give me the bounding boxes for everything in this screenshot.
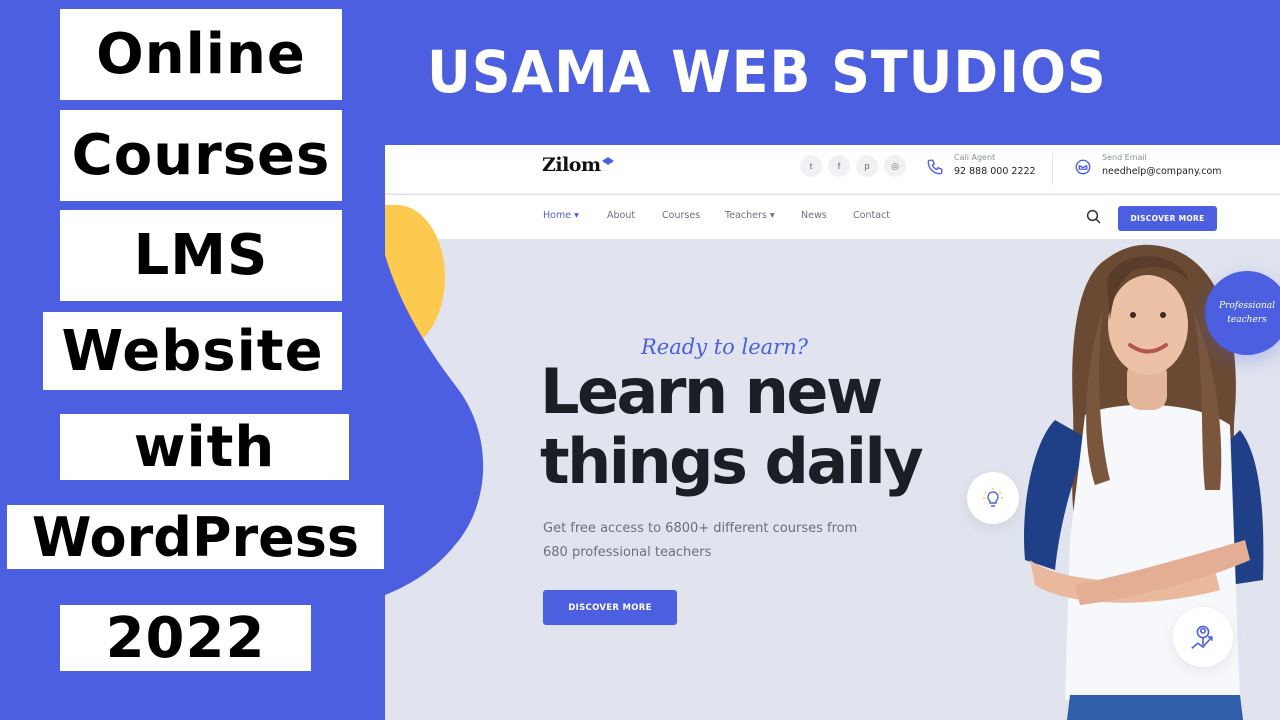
- banner: USAMA WEB STUDIOS: [385, 0, 1280, 145]
- search-icon[interactable]: [1085, 208, 1103, 226]
- site-logo[interactable]: Zilom: [542, 154, 601, 176]
- nav-teachers[interactable]: Teachers ▾: [725, 210, 775, 221]
- website-preview: Zilom t f p ◎ Call Agent 92 888 000 2222…: [385, 145, 1280, 720]
- pinterest-icon[interactable]: p: [856, 155, 878, 177]
- instagram-icon[interactable]: ◎: [884, 155, 906, 177]
- nav-news[interactable]: News: [801, 210, 827, 221]
- hero-headline: Learn new things daily: [540, 355, 924, 498]
- decorative-blue-wave: [385, 255, 484, 595]
- title-line-online: Online: [60, 9, 342, 100]
- email-icon: [1073, 157, 1093, 177]
- facebook-icon[interactable]: f: [828, 155, 850, 177]
- phone-icon: [925, 157, 945, 177]
- professional-teachers-badge: Professional teachers: [1205, 271, 1280, 355]
- title-line-website: Website: [43, 312, 342, 390]
- hero-subtitle: Get free access to 6800+ different cours…: [543, 521, 858, 560]
- lightbulb-badge: [967, 472, 1019, 524]
- site-navbar: Home ▾ About Courses Teachers ▾ News Con…: [385, 195, 1280, 239]
- email-address: needhelp@company.com: [1102, 166, 1222, 177]
- user-growth-icon: [1191, 625, 1213, 649]
- title-line-with: with: [60, 414, 349, 480]
- email-label: Send Email: [1102, 153, 1147, 162]
- growth-badge: [1173, 607, 1233, 667]
- title-line-wordpress: WordPress: [7, 505, 384, 569]
- nav-about[interactable]: About: [607, 210, 635, 221]
- divider: [1052, 153, 1053, 185]
- nav-courses[interactable]: Courses: [662, 210, 700, 221]
- nav-home[interactable]: Home ▾: [543, 210, 579, 221]
- title-line-year: 2022: [60, 605, 311, 671]
- title-line-lms: LMS: [60, 210, 342, 301]
- discover-more-nav-button[interactable]: DISCOVER MORE: [1118, 206, 1217, 231]
- graduation-cap-icon: [602, 157, 614, 165]
- thumbnail-canvas: Online Courses LMS Website with WordPres…: [0, 0, 1280, 720]
- site-topbar: Zilom t f p ◎ Call Agent 92 888 000 2222…: [385, 145, 1280, 194]
- lightbulb-icon: [983, 488, 1003, 507]
- hero-headline-line2: things daily: [540, 425, 924, 498]
- phone-label: Call Agent: [954, 153, 996, 162]
- banner-title: USAMA WEB STUDIOS: [427, 38, 1107, 106]
- hero-headline-line1: Learn new: [540, 355, 883, 428]
- nav-contact[interactable]: Contact: [853, 210, 890, 221]
- twitter-icon[interactable]: t: [800, 155, 822, 177]
- phone-number: 92 888 000 2222: [954, 166, 1036, 177]
- discover-more-hero-button[interactable]: DISCOVER MORE: [543, 590, 677, 625]
- title-line-courses: Courses: [60, 110, 342, 201]
